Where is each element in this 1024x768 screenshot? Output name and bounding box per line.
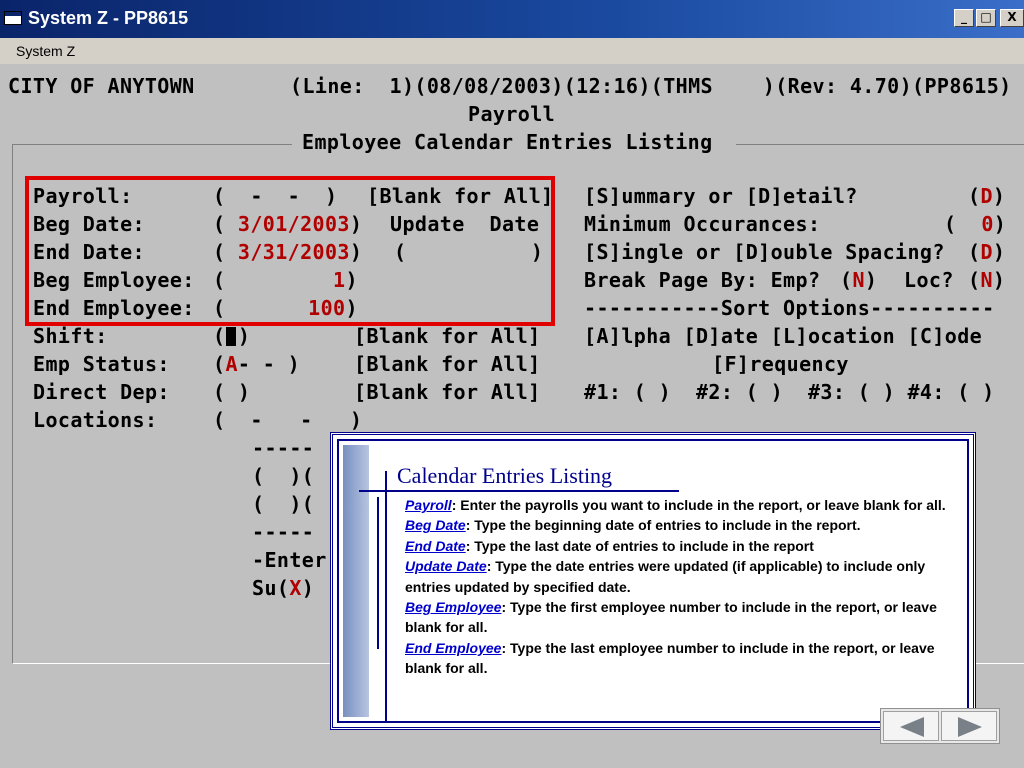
lower-enter-prompt: -Enter	[252, 548, 327, 572]
prev-slide-button[interactable]	[883, 711, 939, 741]
slide-nav	[880, 708, 1000, 744]
summary-label: [S]ummary or [D]etail?	[584, 184, 858, 208]
callout-item: Beg Date: Type the beginning date of ent…	[405, 517, 861, 534]
callout-title: Calendar Entries Listing	[397, 463, 613, 488]
arrow-right-icon	[958, 717, 982, 737]
lower-row-1[interactable]: ( )(	[252, 464, 314, 488]
callout-item: End Employee: Type the last employee num…	[405, 639, 935, 677]
direct-dep-field[interactable]: ( )	[213, 380, 250, 404]
direct-dep-note: [Blank for All]	[354, 380, 541, 404]
label-locations: Locations:	[33, 408, 158, 432]
callout-term-payroll[interactable]: Payroll	[405, 497, 452, 513]
locations-field[interactable]: ( - - )	[213, 408, 362, 432]
callout-term-end-employee[interactable]: End Employee	[405, 640, 501, 656]
maximize-button[interactable]: □	[976, 9, 996, 27]
break-loc-field[interactable]: N	[980, 268, 992, 292]
spacing-label: [S]ingle or [D]ouble Spacing?	[584, 240, 945, 264]
close-button[interactable]: X	[1000, 9, 1024, 27]
lower-divider-2: -----	[252, 520, 315, 544]
emp-status-note: [Blank for All]	[354, 352, 541, 376]
highlight-box	[25, 176, 555, 326]
callout-item: Beg Employee: Type the first employee nu…	[405, 599, 937, 636]
callout-term-end-date[interactable]: End Date	[405, 538, 466, 554]
label-shift: Shift:	[33, 324, 108, 348]
callout-stripe	[343, 445, 369, 717]
text-cursor	[226, 327, 236, 346]
label-emp-status: Emp Status:	[33, 352, 170, 376]
callout-term-beg-date[interactable]: Beg Date	[405, 517, 466, 533]
menu-system-z[interactable]: System Z	[16, 43, 75, 59]
sort-frequency-line: [F]requency	[712, 352, 849, 376]
next-slide-button[interactable]	[941, 711, 997, 741]
arrow-left-icon	[900, 717, 924, 737]
callout-item: Payroll: Enter the payrolls you want to …	[405, 497, 946, 513]
window-app-icon[interactable]	[4, 11, 22, 25]
callout-body: Payroll: Enter the payrolls you want to …	[405, 495, 965, 679]
callout-term-update-date[interactable]: Update Date	[405, 558, 487, 574]
emp-status-field[interactable]: A	[225, 352, 237, 376]
spacing-field[interactable]: D	[980, 240, 992, 264]
org-name: CITY OF ANYTOWN	[8, 74, 195, 98]
break-loc-label: Loc?	[904, 268, 954, 292]
callout-item: Update Date: Type the date entries were …	[405, 558, 926, 595]
sort-fields-line[interactable]: #1: ( ) #2: ( ) #3: ( ) #4: ( )	[584, 380, 995, 404]
minimize-button[interactable]: _	[954, 9, 974, 27]
callout-item: End Date: Type the last date of entries …	[405, 537, 814, 554]
lower-divider-1: -----	[252, 436, 315, 460]
submit-field[interactable]: X	[289, 576, 301, 600]
break-emp-field[interactable]: N	[852, 268, 864, 292]
help-callout: Calendar Entries Listing Payroll: Enter …	[330, 432, 976, 730]
sort-codes-line: [A]lpha [D]ate [L]ocation [C]ode	[584, 324, 983, 348]
label-direct-dep: Direct Dep:	[33, 380, 170, 404]
screen-title: Employee Calendar Entries Listing	[302, 130, 713, 154]
summary-detail-field[interactable]: D	[980, 184, 992, 208]
window-title: System Z - PP8615	[28, 8, 189, 28]
break-page-label: Break Page By: Emp?	[584, 268, 821, 292]
status-line: (Line: 1)(08/08/2003)(12:16)(THMS )(Rev:…	[290, 74, 1012, 98]
callout-term-beg-employee[interactable]: Beg Employee	[405, 599, 501, 615]
lower-row-2[interactable]: ( )(	[252, 492, 314, 516]
module-name: Payroll	[468, 102, 556, 126]
shift-note: [Blank for All]	[354, 324, 541, 348]
min-occurances-field[interactable]: 0	[981, 212, 993, 236]
menubar: System Z	[0, 38, 1024, 64]
window-titlebar: System Z - PP8615 _ □ X	[0, 0, 1024, 38]
sort-options-header: -----------Sort Options----------	[584, 296, 995, 320]
min-occurances-label: Minimum Occurances:	[584, 212, 821, 236]
